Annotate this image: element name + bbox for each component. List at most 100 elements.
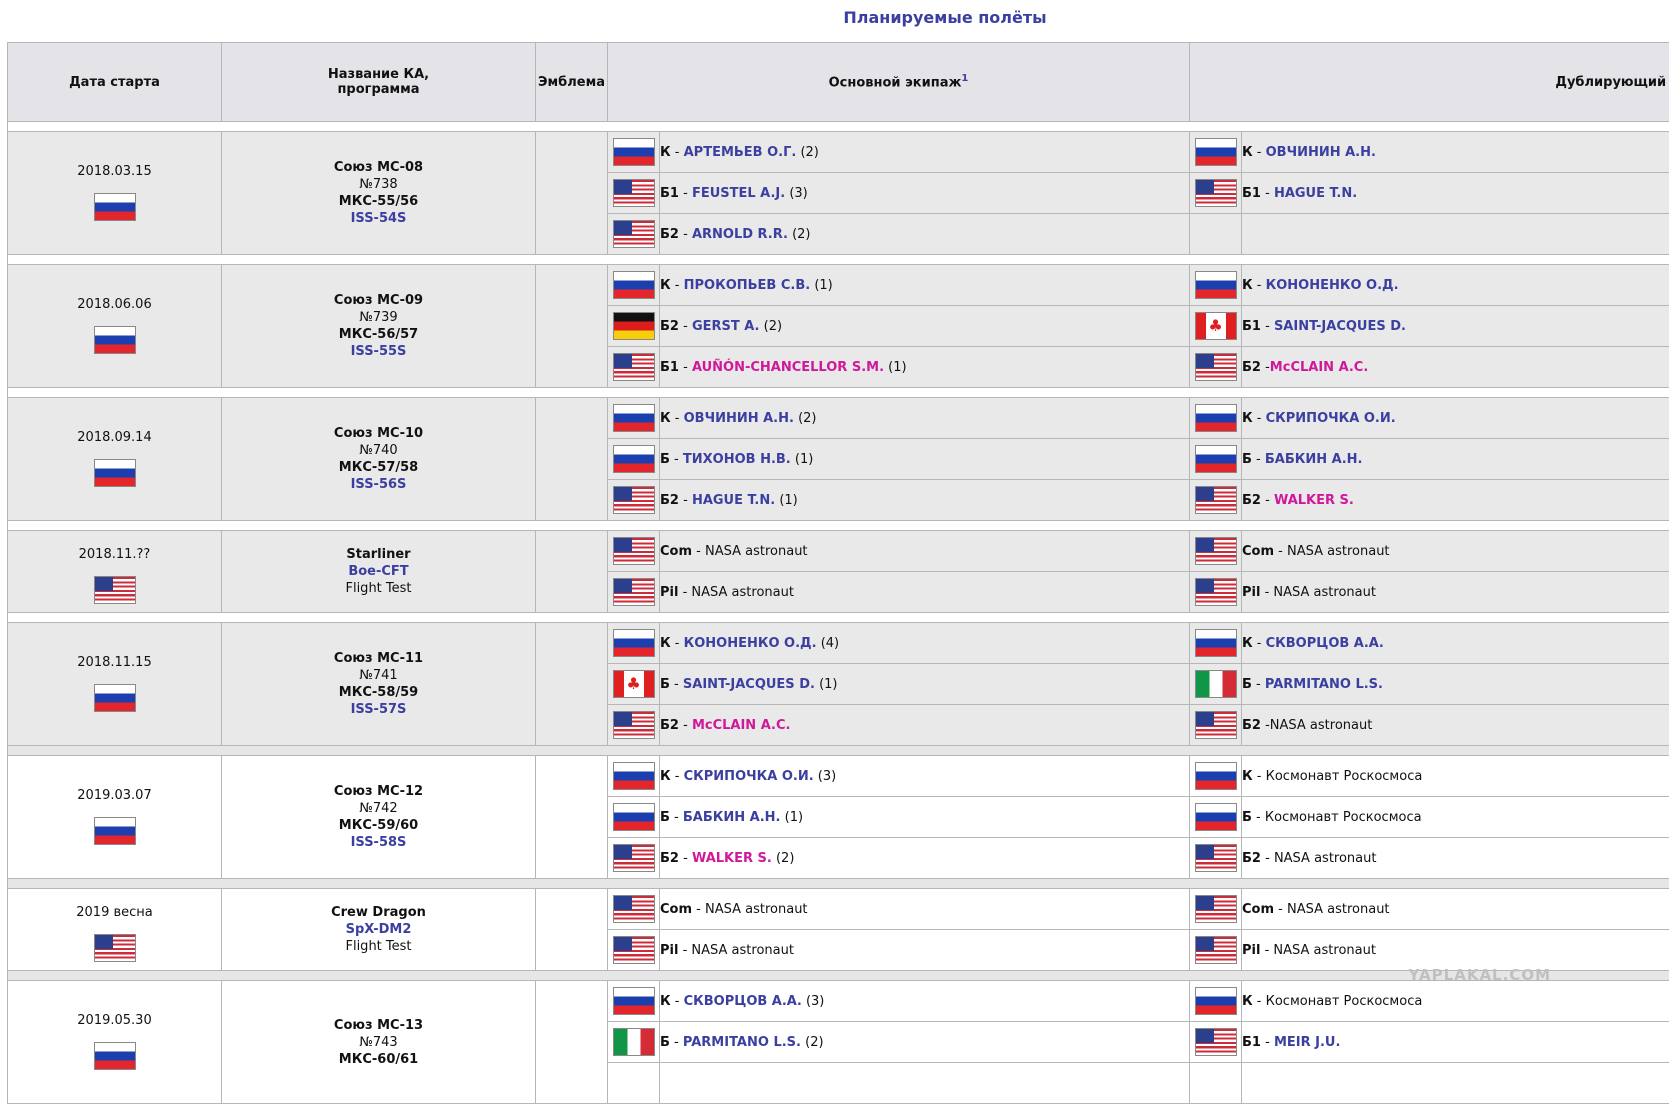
flight-count: (2) [800, 145, 818, 160]
crew-name[interactable]: AUÑÓN-CHANCELLOR S.M. [692, 360, 884, 375]
backup-flag-cell [1190, 265, 1242, 306]
crew-name[interactable]: СКВОРЦОВ А.А. [1266, 636, 1384, 651]
backup-flag-cell [1190, 797, 1242, 838]
craft-name: Союз МС-12 [334, 784, 423, 799]
row-spacer [8, 388, 1669, 398]
us-flag-icon [1195, 711, 1237, 739]
backup-flag-cell [1190, 756, 1242, 797]
emblem-cell [536, 756, 608, 879]
planned-flights-table: Дата старта Название КА, программа Эмбле… [7, 42, 1669, 1104]
crew-name[interactable]: SAINT-JACQUES D. [1274, 319, 1406, 334]
crew-name[interactable]: БАБКИН А.Н. [683, 810, 781, 825]
crew-separator: - [1261, 186, 1274, 201]
ru-flag-icon [613, 404, 655, 432]
crew-name[interactable]: SAINT-JACQUES D. [683, 677, 815, 692]
table-row: 2019 веснаCrew DragonSpX-DM2Flight TestC… [8, 889, 1669, 930]
prime-flag-cell [608, 132, 660, 173]
crew-name[interactable]: MEIR J.U. [1274, 1035, 1340, 1050]
crew-separator: - [1253, 994, 1266, 1009]
prime-flag-cell [608, 838, 660, 879]
it-flag-icon [613, 1028, 655, 1056]
prime-crew-cell: К - КОНОНЕНКО О.Д. (4) [660, 623, 1190, 664]
ru-flag-icon [94, 817, 136, 845]
flight-count: (3) [789, 186, 807, 201]
table-row: 2018.03.15Союз МС-08№738МКС-55/56ISS-54S… [8, 132, 1669, 173]
crew-name[interactable]: PARMITANO L.S. [683, 1035, 801, 1050]
row-spacer [8, 613, 1669, 623]
crew-name[interactable]: АРТЕМЬЕВ О.Г. [684, 145, 797, 160]
launch-date-cell: 2019.03.07 [8, 756, 222, 879]
crew-name[interactable]: FEUSTEL A.J. [692, 186, 785, 201]
us-flag-icon [1195, 179, 1237, 207]
crew-name[interactable]: СКВОРЦОВ А.А. [684, 994, 802, 1009]
prime-crew-cell: Б2 - WALKER S. (2) [660, 838, 1190, 879]
crew-name[interactable]: СКРИПОЧКА О.И. [1266, 411, 1396, 426]
prime-crew-cell: К - ПРОКОПЬЕВ С.В. (1) [660, 265, 1190, 306]
backup-crew-cell: Б1 - SAINT-JACQUES D. [1242, 306, 1669, 347]
crew-name: NASA astronaut [1270, 718, 1373, 733]
crew-separator: - [679, 186, 692, 201]
backup-flag-cell [1190, 705, 1242, 746]
crew-separator: - [1260, 943, 1273, 958]
table-row: 2018.09.14Союз МС-10№740МКС-57/58ISS-56S… [8, 398, 1669, 439]
craft-line: МКС-57/58 [339, 460, 418, 475]
crew-name[interactable]: КОНОНЕНКО О.Д. [684, 636, 817, 651]
crew-role: Com [1242, 902, 1274, 917]
mission-link[interactable]: ISS-58S [351, 835, 407, 850]
craft-line: МКС-58/59 [339, 685, 418, 700]
mission-link[interactable]: ISS-55S [351, 344, 407, 359]
mission-link[interactable]: SpX-DM2 [346, 922, 412, 937]
crew-separator: - [670, 810, 683, 825]
crew-role: Б2 [1242, 851, 1261, 866]
crew-name[interactable]: GERST A. [692, 319, 760, 334]
mission-link[interactable]: ISS-56S [351, 477, 407, 492]
craft-name: Crew Dragon [331, 905, 426, 920]
prime-flag-cell [608, 398, 660, 439]
crew-name[interactable]: PARMITANO L.S. [1265, 677, 1383, 692]
crew-name[interactable]: ОВЧИНИН А.Н. [684, 411, 794, 426]
mission-link[interactable]: ISS-57S [351, 702, 407, 717]
us-flag-icon [1195, 353, 1237, 381]
crew-name[interactable]: ОВЧИНИН А.Н. [1266, 145, 1376, 160]
crew-name: NASA astronaut [705, 902, 808, 917]
crew-name[interactable]: СКРИПОЧКА О.И. [684, 769, 814, 784]
crew-role: Com [1242, 544, 1274, 559]
header-prime-crew: Основной экипаж1 [608, 43, 1190, 122]
ru-flag-icon [613, 138, 655, 166]
craft-name: Союз МС-11 [334, 651, 423, 666]
flight-count: (2) [776, 851, 794, 866]
crew-name[interactable]: WALKER S. [692, 851, 772, 866]
crew-name[interactable]: КОНОНЕНКО О.Д. [1266, 278, 1399, 293]
crew-separator: - [1261, 718, 1270, 733]
crew-name[interactable]: БАБКИН А.Н. [1265, 452, 1363, 467]
backup-crew-cell: Б1 - HAGUE T.N. [1242, 173, 1669, 214]
us-flag-icon [613, 537, 655, 565]
craft-line: №742 [359, 801, 397, 816]
crew-name[interactable]: WALKER S. [1274, 493, 1354, 508]
crew-name[interactable]: ТИХОНОВ Н.В. [683, 452, 791, 467]
crew-name: NASA astronaut [1274, 851, 1377, 866]
crew-separator: - [671, 411, 684, 426]
footnote-link[interactable]: 1 [961, 73, 968, 84]
us-flag-icon [613, 711, 655, 739]
crew-name[interactable]: HAGUE T.N. [692, 493, 775, 508]
crew-name[interactable]: ПРОКОПЬЕВ С.В. [684, 278, 811, 293]
backup-flag-cell [1190, 531, 1242, 572]
us-flag-icon [1195, 844, 1237, 872]
flight-count: (2) [805, 1035, 823, 1050]
craft-cell: Союз МС-09№739МКС-56/57ISS-55S [222, 265, 536, 388]
mission-link[interactable]: ISS-54S [351, 211, 407, 226]
mission-link[interactable]: Boe-CFT [348, 564, 408, 579]
crew-name[interactable]: ARNOLD R.R. [692, 227, 788, 242]
crew-name[interactable]: HAGUE T.N. [1274, 186, 1357, 201]
craft-name: Союз МС-08 [334, 160, 423, 175]
emblem-cell [536, 265, 608, 388]
crew-role: Com [660, 544, 692, 559]
craft-cell: Crew DragonSpX-DM2Flight Test [222, 889, 536, 971]
de-flag-icon [613, 312, 655, 340]
crew-name[interactable]: McCLAIN A.C. [1270, 360, 1369, 375]
crew-role: Com [660, 902, 692, 917]
crew-name[interactable]: McCLAIN A.C. [692, 718, 791, 733]
crew-separator: - [1253, 278, 1266, 293]
crew-role: Pil [1242, 585, 1260, 600]
